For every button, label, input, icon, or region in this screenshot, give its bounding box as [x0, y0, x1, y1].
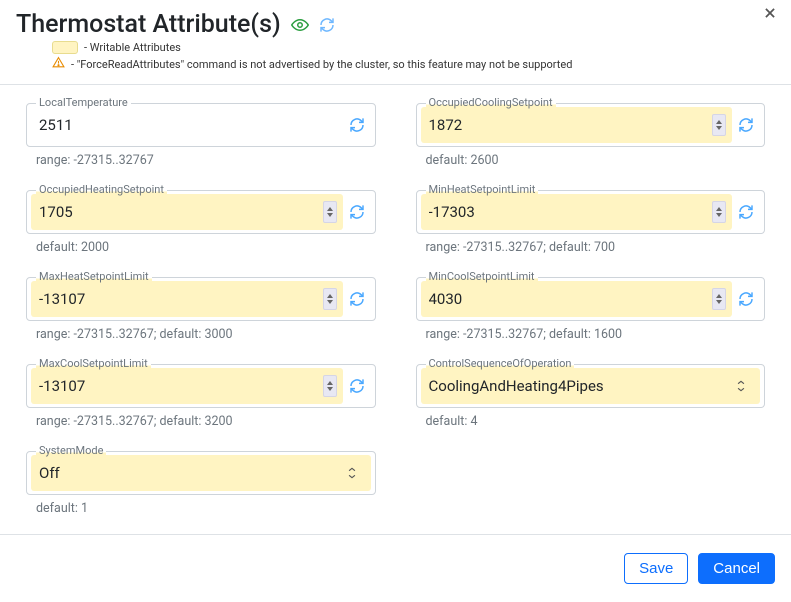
field-hint: range: -27315..32767 — [36, 153, 376, 168]
number-stepper[interactable] — [712, 114, 726, 136]
max-cool-setpoint-limit-input[interactable]: -13107 — [31, 368, 343, 404]
field-label: MaxCoolSetpointLimit — [36, 357, 151, 370]
field-value: -17303 — [429, 203, 707, 221]
min-cool-setpoint-limit-input[interactable]: 4030 — [421, 281, 733, 317]
field-value: 2511 — [39, 116, 337, 134]
field-control-sequence-of-operation: ControlSequenceOfOperation CoolingAndHea… — [416, 364, 766, 429]
field-value: -13107 — [39, 377, 317, 395]
field-value: -13107 — [39, 290, 317, 308]
warning-icon — [52, 56, 65, 72]
field-system-mode: SystemMode Off default: 1 — [26, 451, 376, 516]
dialog-title: Thermostat Attribute(s) — [16, 10, 281, 39]
save-button[interactable]: Save — [624, 553, 688, 584]
view-icon[interactable] — [291, 16, 309, 34]
field-value: 1872 — [429, 116, 707, 134]
field-hint: range: -27315..32767; default: 1600 — [426, 327, 766, 342]
close-button[interactable] — [763, 6, 777, 24]
field-label: SystemMode — [36, 444, 106, 457]
field-label: LocalTemperature — [36, 96, 131, 109]
legend-writable-text: - Writable Attributes — [84, 41, 181, 54]
system-mode-select[interactable]: Off — [31, 455, 371, 491]
field-occupied-heating-setpoint: OccupiedHeatingSetpoint 1705 default: 20… — [26, 190, 376, 255]
field-label: OccupiedHeatingSetpoint — [36, 183, 167, 196]
min-heat-setpoint-limit-input[interactable]: -17303 — [421, 194, 733, 230]
number-stepper[interactable] — [712, 288, 726, 310]
thermostat-attributes-dialog: Thermostat Attribute(s) - Writable Attri… — [0, 0, 791, 602]
dialog-header: Thermostat Attribute(s) - Writable Attri… — [0, 0, 791, 85]
refresh-icon[interactable] — [343, 378, 371, 394]
field-max-heat-setpoint-limit: MaxHeatSetpointLimit -13107 range: -2731… — [26, 277, 376, 342]
field-hint: range: -27315..32767; default: 3000 — [36, 327, 376, 342]
control-sequence-of-operation-select[interactable]: CoolingAndHeating4Pipes — [421, 368, 761, 404]
refresh-icon[interactable] — [732, 204, 760, 220]
field-value: 4030 — [429, 290, 707, 308]
field-label: OccupiedCoolingSetpoint — [426, 96, 556, 109]
dropdown-icon — [734, 379, 754, 393]
occupied-cooling-setpoint-input[interactable]: 1872 — [421, 107, 733, 143]
refresh-icon[interactable] — [732, 117, 760, 133]
refresh-all-icon[interactable] — [319, 17, 335, 33]
field-min-cool-setpoint-limit: MinCoolSetpointLimit 4030 range: -27315.… — [416, 277, 766, 342]
field-label: ControlSequenceOfOperation — [426, 357, 575, 370]
field-local-temperature: LocalTemperature 2511 range: -27315..327… — [26, 103, 376, 168]
max-heat-setpoint-limit-input[interactable]: -13107 — [31, 281, 343, 317]
number-stepper[interactable] — [323, 288, 337, 310]
refresh-icon[interactable] — [732, 291, 760, 307]
field-value: CoolingAndHeating4Pipes — [429, 377, 729, 395]
field-label: MinCoolSetpointLimit — [426, 270, 538, 283]
field-value: Off — [39, 464, 339, 482]
field-label: MaxHeatSetpointLimit — [36, 270, 152, 283]
refresh-icon[interactable] — [343, 117, 371, 133]
field-min-heat-setpoint-limit: MinHeatSetpointLimit -17303 range: -2731… — [416, 190, 766, 255]
legend: - Writable Attributes - "ForceReadAttrib… — [16, 41, 775, 72]
field-hint: range: -27315..32767; default: 3200 — [36, 414, 376, 429]
local-temperature-input: 2511 — [31, 107, 343, 143]
refresh-icon[interactable] — [343, 291, 371, 307]
field-hint: default: 2000 — [36, 240, 376, 255]
number-stepper[interactable] — [323, 201, 337, 223]
number-stepper[interactable] — [712, 201, 726, 223]
field-value: 1705 — [39, 203, 317, 221]
occupied-heating-setpoint-input[interactable]: 1705 — [31, 194, 343, 230]
field-hint: default: 2600 — [426, 153, 766, 168]
field-occupied-cooling-setpoint: OccupiedCoolingSetpoint 1872 default: 26… — [416, 103, 766, 168]
field-hint: default: 1 — [36, 501, 376, 516]
dialog-body: LocalTemperature 2511 range: -27315..327… — [0, 85, 791, 535]
cancel-button[interactable]: Cancel — [698, 553, 775, 584]
field-hint: default: 4 — [426, 414, 766, 429]
dialog-footer: Save Cancel — [0, 535, 791, 602]
refresh-icon[interactable] — [343, 204, 371, 220]
field-max-cool-setpoint-limit: MaxCoolSetpointLimit -13107 range: -2731… — [26, 364, 376, 429]
field-label: MinHeatSetpointLimit — [426, 183, 539, 196]
dropdown-icon — [345, 466, 365, 480]
field-hint: range: -27315..32767; default: 700 — [426, 240, 766, 255]
writable-swatch — [52, 41, 78, 54]
legend-warning-text: - "ForceReadAttributes" command is not a… — [71, 58, 572, 71]
number-stepper[interactable] — [323, 375, 337, 397]
